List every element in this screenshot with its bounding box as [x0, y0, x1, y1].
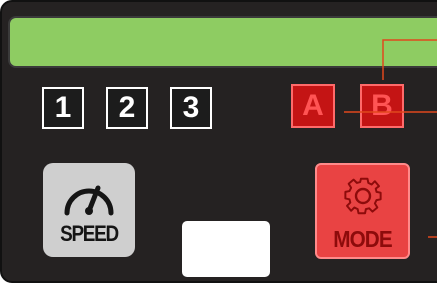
channel-b-button[interactable]: B [360, 84, 404, 128]
speed-label: SPEED [60, 221, 119, 246]
number-button-3[interactable]: 3 [170, 87, 212, 129]
blank-key[interactable] [182, 221, 270, 277]
number-button-2[interactable]: 2 [106, 87, 148, 129]
channel-a-button[interactable]: A [291, 84, 335, 128]
mode-label: MODE [333, 226, 392, 252]
gear-icon [344, 177, 382, 215]
speed-button[interactable]: SPEED [43, 163, 135, 257]
lcd-display [8, 16, 437, 68]
speedometer-icon [64, 185, 114, 216]
remote-stage: 1 2 3 A B SPEED MODE [0, 0, 437, 287]
control-panel: 1 2 3 A B SPEED MODE [0, 0, 437, 283]
mode-button[interactable]: MODE [315, 163, 410, 259]
number-button-1[interactable]: 1 [42, 87, 84, 129]
